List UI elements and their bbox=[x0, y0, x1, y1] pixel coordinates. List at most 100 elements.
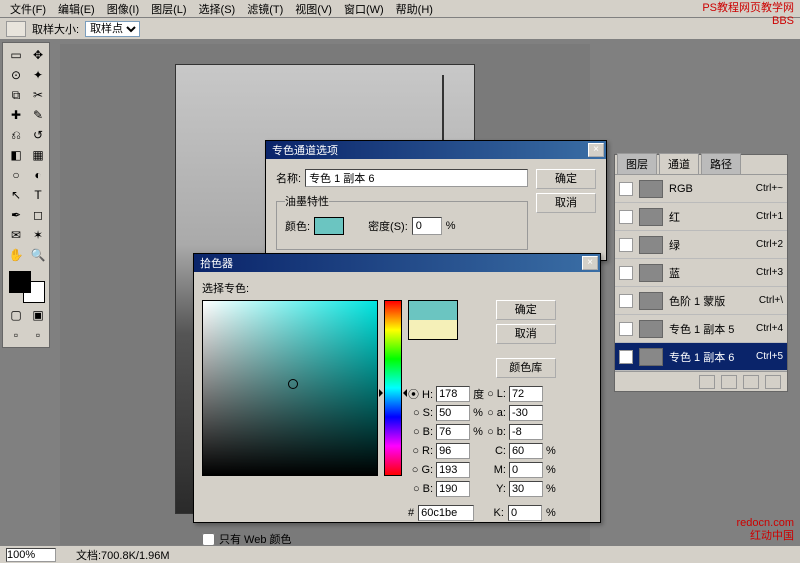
name-input[interactable] bbox=[305, 169, 528, 187]
lasso-tool[interactable]: ⊙ bbox=[5, 65, 27, 85]
web-colors-input[interactable] bbox=[202, 533, 215, 546]
channel-shortcut: Ctrl+~ bbox=[756, 183, 783, 194]
blur-tool[interactable]: ○ bbox=[5, 165, 27, 185]
menu-image[interactable]: 图像(I) bbox=[101, 0, 145, 19]
s-label: ○ S: bbox=[408, 407, 433, 419]
h-input[interactable] bbox=[436, 386, 470, 402]
tab-paths[interactable]: 路径 bbox=[701, 153, 741, 174]
screenmode-2[interactable]: ▫ bbox=[27, 325, 49, 345]
density-input[interactable] bbox=[412, 217, 442, 235]
foreground-color[interactable] bbox=[9, 271, 31, 293]
name-label: 名称: bbox=[276, 170, 301, 186]
channel-row[interactable]: 红Ctrl+1 bbox=[615, 203, 787, 231]
channel-name: 专色 1 副本 6 bbox=[669, 349, 750, 365]
screenmode-1[interactable]: ▫ bbox=[5, 325, 27, 345]
l-input[interactable] bbox=[509, 386, 543, 402]
visibility-icon[interactable] bbox=[619, 182, 633, 196]
eyedropper-tool[interactable]: ✶ bbox=[27, 225, 49, 245]
lab-b-input[interactable] bbox=[509, 424, 543, 440]
menu-file[interactable]: 文件(F) bbox=[4, 0, 52, 19]
color-swatches[interactable] bbox=[5, 269, 49, 305]
m-input[interactable] bbox=[509, 462, 543, 478]
visibility-icon[interactable] bbox=[619, 294, 633, 308]
eyedropper-tool-icon[interactable] bbox=[6, 21, 26, 37]
a-input[interactable] bbox=[509, 405, 543, 421]
shape-tool[interactable]: ◻ bbox=[27, 205, 49, 225]
close-icon[interactable]: × bbox=[588, 143, 604, 157]
channel-row[interactable]: 👁专色 1 副本 6Ctrl+5 bbox=[615, 343, 787, 371]
y-input[interactable] bbox=[509, 481, 543, 497]
menu-filter[interactable]: 滤镜(T) bbox=[241, 0, 289, 19]
save-selection-icon[interactable] bbox=[721, 375, 737, 389]
load-selection-icon[interactable] bbox=[699, 375, 715, 389]
b-input[interactable] bbox=[436, 424, 470, 440]
cancel-button[interactable]: 取消 bbox=[536, 193, 596, 213]
type-tool[interactable]: T bbox=[27, 185, 49, 205]
picker-cancel-button[interactable]: 取消 bbox=[496, 324, 556, 344]
heal-tool[interactable]: ✚ bbox=[5, 105, 27, 125]
menu-edit[interactable]: 编辑(E) bbox=[52, 0, 101, 19]
quickmask-on[interactable]: ▣ bbox=[27, 305, 49, 325]
channel-row[interactable]: 蓝Ctrl+3 bbox=[615, 259, 787, 287]
ok-button[interactable]: 确定 bbox=[536, 169, 596, 189]
zoom-tool[interactable]: 🔍 bbox=[27, 245, 49, 265]
k-input[interactable] bbox=[508, 505, 542, 521]
history-tool[interactable]: ↺ bbox=[27, 125, 49, 145]
dodge-tool[interactable]: ◐ bbox=[27, 165, 49, 185]
move-tool[interactable]: ✥ bbox=[27, 45, 49, 65]
crop-tool[interactable]: ⧉ bbox=[5, 85, 27, 105]
hue-slider[interactable] bbox=[384, 300, 402, 476]
color-swatch[interactable] bbox=[314, 217, 344, 235]
s-input[interactable] bbox=[436, 405, 470, 421]
a-label: ○ a: bbox=[487, 407, 506, 419]
channel-row[interactable]: 专色 1 副本 5Ctrl+4 bbox=[615, 315, 787, 343]
dialog-titlebar[interactable]: 专色通道选项 × bbox=[266, 141, 606, 159]
menu-window[interactable]: 窗口(W) bbox=[338, 0, 390, 19]
channel-thumbnail bbox=[639, 348, 663, 366]
wand-tool[interactable]: ✦ bbox=[27, 65, 49, 85]
delete-channel-icon[interactable] bbox=[765, 375, 781, 389]
color-field[interactable] bbox=[202, 300, 378, 476]
picker-titlebar[interactable]: 拾色器 × bbox=[194, 254, 600, 272]
quickmask-off[interactable]: ▢ bbox=[5, 305, 27, 325]
channel-row[interactable]: 色阶 1 蒙版Ctrl+\ bbox=[615, 287, 787, 315]
visibility-icon[interactable] bbox=[619, 238, 633, 252]
eraser-tool[interactable]: ◧ bbox=[5, 145, 27, 165]
hand-tool[interactable]: ✋ bbox=[5, 245, 27, 265]
bv-input[interactable] bbox=[436, 481, 470, 497]
stamp-tool[interactable]: ⎌ bbox=[5, 125, 27, 145]
tab-channels[interactable]: 通道 bbox=[659, 153, 699, 174]
close-icon[interactable]: × bbox=[582, 256, 598, 270]
slice-tool[interactable]: ✂ bbox=[27, 85, 49, 105]
menu-select[interactable]: 选择(S) bbox=[193, 0, 242, 19]
channel-row[interactable]: RGBCtrl+~ bbox=[615, 175, 787, 203]
visibility-icon[interactable] bbox=[619, 322, 633, 336]
r-input[interactable] bbox=[436, 443, 470, 459]
visibility-icon[interactable] bbox=[619, 266, 633, 280]
path-tool[interactable]: ↖ bbox=[5, 185, 27, 205]
menu-layer[interactable]: 图层(L) bbox=[145, 0, 192, 19]
gradient-tool[interactable]: ▦ bbox=[27, 145, 49, 165]
c-input[interactable] bbox=[509, 443, 543, 459]
brush-tool[interactable]: ✎ bbox=[27, 105, 49, 125]
pen-tool[interactable]: ✒ bbox=[5, 205, 27, 225]
channel-name: 专色 1 副本 5 bbox=[669, 321, 750, 337]
menubar: 文件(F) 编辑(E) 图像(I) 图层(L) 选择(S) 滤镜(T) 视图(V… bbox=[0, 0, 800, 18]
channel-row[interactable]: 绿Ctrl+2 bbox=[615, 231, 787, 259]
hex-input[interactable] bbox=[418, 505, 474, 521]
sample-size-select[interactable]: 取样点 bbox=[85, 21, 140, 37]
tab-layers[interactable]: 图层 bbox=[617, 153, 657, 174]
picker-ok-button[interactable]: 确定 bbox=[496, 300, 556, 320]
marquee-tool[interactable]: ▭ bbox=[5, 45, 27, 65]
zoom-input[interactable] bbox=[6, 548, 56, 562]
hash-label: # bbox=[408, 507, 414, 519]
menu-help[interactable]: 帮助(H) bbox=[390, 0, 439, 19]
visibility-icon[interactable] bbox=[619, 210, 633, 224]
menu-view[interactable]: 视图(V) bbox=[289, 0, 338, 19]
color-libraries-button[interactable]: 颜色库 bbox=[496, 358, 556, 378]
visibility-icon[interactable]: 👁 bbox=[619, 350, 633, 364]
g-input[interactable] bbox=[436, 462, 470, 478]
new-channel-icon[interactable] bbox=[743, 375, 759, 389]
notes-tool[interactable]: ✉ bbox=[5, 225, 27, 245]
channel-shortcut: Ctrl+2 bbox=[756, 239, 783, 250]
